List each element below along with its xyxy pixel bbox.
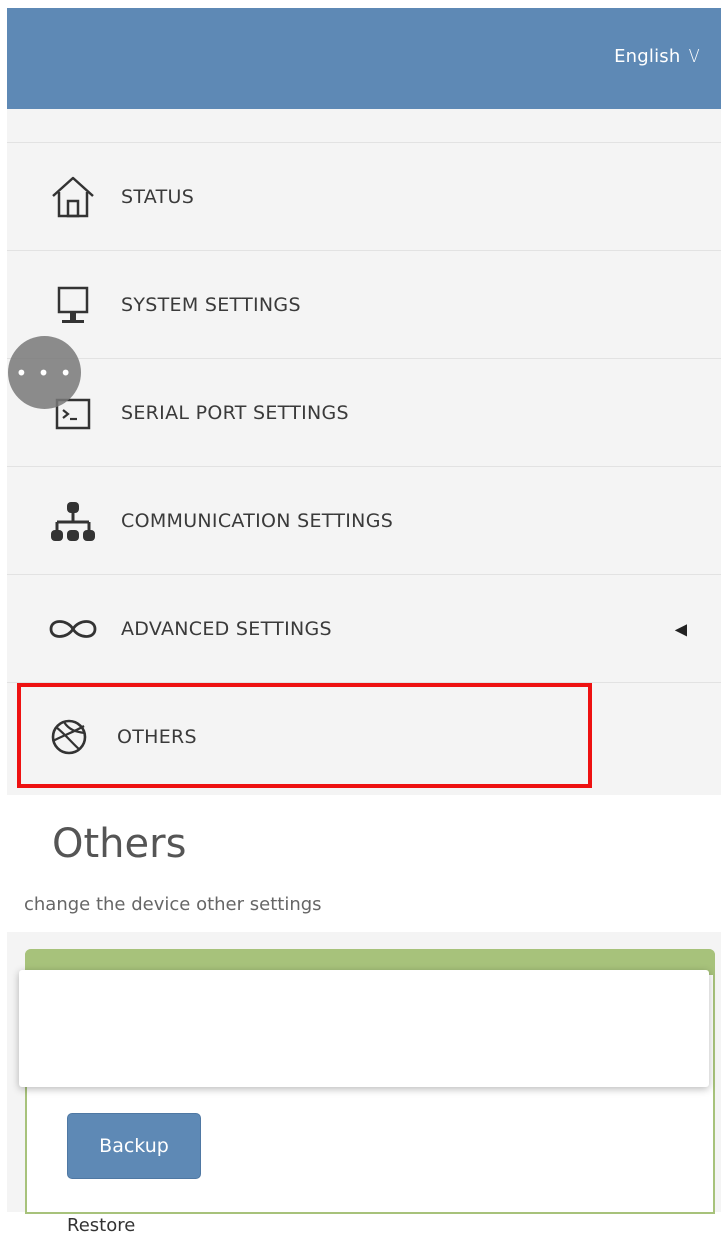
menu-item-communication-settings[interactable]: COMMUNICATION SETTINGS — [7, 467, 721, 575]
network-icon — [45, 497, 101, 545]
menu-label-serial-port-settings: SERIAL PORT SETTINGS — [121, 401, 349, 424]
page-subtitle: change the device other settings — [24, 894, 322, 915]
floating-more-button[interactable]: • • • — [8, 336, 81, 409]
content-area: Backup Restore — [7, 932, 721, 1236]
menu-item-serial-port-settings[interactable]: SERIAL PORT SETTINGS — [7, 359, 721, 467]
basketball-icon — [41, 713, 97, 761]
top-bar: English V — [7, 8, 721, 109]
home-icon — [45, 173, 101, 221]
page-header: Others change the device other settings — [7, 795, 721, 933]
menu-label-status: STATUS — [121, 185, 195, 208]
menu-label-advanced-settings: ADVANCED SETTINGS — [121, 617, 332, 640]
restore-label: Restore — [67, 1215, 136, 1236]
menu-label-communication-settings: COMMUNICATION SETTINGS — [121, 509, 394, 532]
monitor-icon — [45, 281, 101, 329]
infinity-icon — [45, 605, 101, 653]
overlay-popup — [19, 970, 709, 1087]
page-title: Others — [52, 821, 187, 867]
backup-button[interactable]: Backup — [67, 1113, 201, 1179]
menu-item-advanced-settings[interactable]: ADVANCED SETTINGS ◀ — [7, 575, 721, 683]
caret-left-icon: ◀ — [674, 619, 687, 638]
menu-spacer — [7, 109, 721, 143]
menu-item-others[interactable]: OTHERS — [7, 683, 721, 790]
chevron-down-icon: V — [689, 46, 701, 67]
side-menu: STATUS SYSTEM SETTINGS SERIAL PORT SETTI… — [7, 109, 721, 795]
menu-label-system-settings: SYSTEM SETTINGS — [121, 293, 301, 316]
language-label: English — [614, 46, 681, 67]
menu-item-status[interactable]: STATUS — [7, 143, 721, 251]
menu-label-others: OTHERS — [117, 725, 197, 748]
menu-item-system-settings[interactable]: SYSTEM SETTINGS — [7, 251, 721, 359]
language-selector[interactable]: English V — [614, 46, 701, 67]
